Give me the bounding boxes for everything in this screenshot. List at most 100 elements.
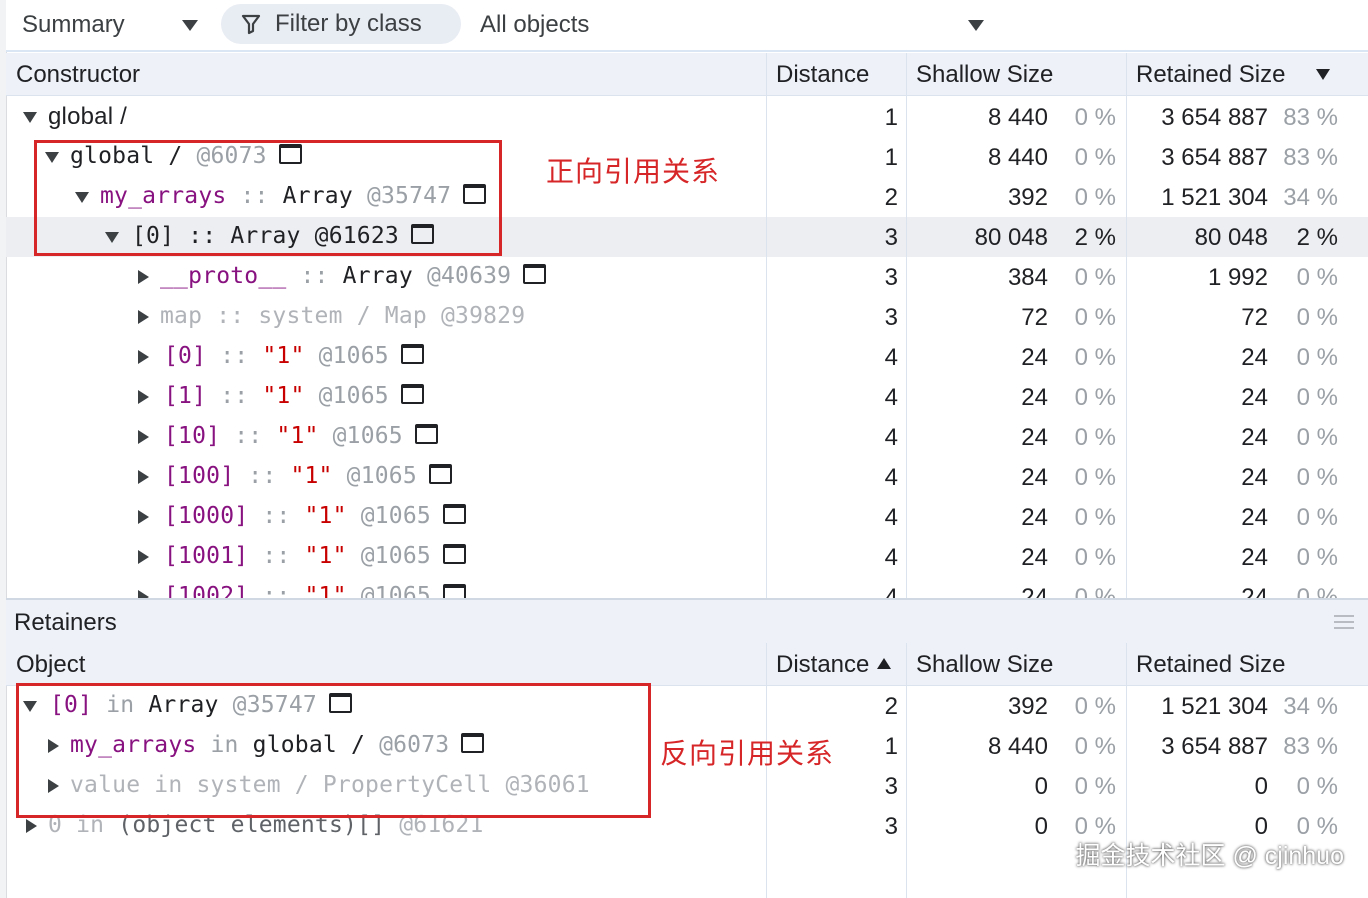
view-select[interactable]: Summary (22, 6, 212, 44)
expand-triangle-icon[interactable] (138, 590, 149, 598)
object-id: @1065 (332, 423, 403, 449)
col-distance[interactable]: Distance (776, 651, 869, 679)
expand-triangle-icon[interactable] (138, 390, 149, 404)
retained-pct: 0 % (1296, 344, 1338, 371)
tree-row[interactable]: [1002] :: "1" @1065 4 24 0 % 24 0 % (6, 577, 1368, 598)
expand-triangle-icon[interactable] (138, 270, 149, 284)
distance: 4 (884, 384, 898, 411)
shallow-pct: 0 % (1074, 184, 1116, 211)
retained-pct: 83 % (1283, 144, 1338, 171)
column-divider[interactable] (906, 643, 907, 898)
forward-reference-annotation: 正向引用关系 (546, 156, 721, 187)
col-object[interactable]: Object (16, 651, 85, 679)
shallow-size: 24 (1021, 424, 1048, 451)
reveal-in-panel-icon[interactable] (442, 543, 466, 564)
col-retained-size[interactable]: Retained Size (1136, 651, 1285, 679)
tree-row[interactable]: [1000] :: "1" @1065 4 24 0 % 24 0 % (6, 497, 1368, 537)
retained-size: 24 (1241, 544, 1268, 571)
class-name: system / Map (258, 303, 441, 329)
tree-row[interactable]: [0] :: "1" @1065 4 24 0 % 24 0 % (6, 337, 1368, 377)
expand-triangle-icon[interactable] (23, 112, 37, 123)
expand-triangle-icon[interactable] (138, 310, 149, 324)
tree-row[interactable]: __proto__ :: Array @40639 3 384 0 % 1 99… (6, 257, 1368, 297)
separator: :: (206, 343, 263, 369)
col-constructor[interactable]: Constructor (16, 61, 140, 89)
drag-handle-icon[interactable] (1334, 615, 1354, 633)
object-id: @1065 (360, 503, 431, 529)
shallow-size: 24 (1021, 504, 1048, 531)
col-shallow-size[interactable]: Shallow Size (916, 651, 1053, 679)
string-value: "1" (262, 343, 319, 369)
property-name: __proto__ (160, 263, 287, 289)
retained-size: 1 521 304 (1161, 184, 1268, 211)
string-value: "1" (304, 583, 361, 598)
string-value: "1" (304, 543, 361, 569)
retainers-panel-header[interactable]: Retainers (6, 598, 1368, 645)
retained-size: 1 992 (1207, 264, 1268, 291)
tree-row[interactable]: [10] :: "1" @1065 4 24 0 % 24 0 % (6, 417, 1368, 457)
tree-row[interactable]: global / 1 8 440 0 % 3 654 887 83 % (6, 97, 1368, 137)
watermark: 掘金技术社区 @ cjinhuo (1075, 842, 1345, 870)
filter-by-class-input[interactable]: Filter by class (221, 4, 461, 44)
reverse-reference-highlight (16, 683, 651, 818)
reverse-reference-annotation: 反向引用关系 (660, 738, 835, 769)
reveal-in-panel-icon[interactable] (523, 263, 547, 284)
node-label: __proto__ :: Array @40639 (160, 263, 547, 289)
tree-row[interactable]: [1] :: "1" @1065 4 24 0 % 24 0 % (6, 377, 1368, 417)
retained-size: 72 (1241, 304, 1268, 331)
expand-triangle-icon[interactable] (138, 510, 149, 524)
retained-size: 24 (1241, 384, 1268, 411)
expand-triangle-icon[interactable] (138, 350, 149, 364)
column-divider[interactable] (1126, 53, 1127, 598)
column-divider[interactable] (906, 53, 907, 598)
retained-pct: 0 % (1296, 424, 1338, 451)
retained-size: 24 (1241, 424, 1268, 451)
objects-select[interactable]: All objects (480, 6, 1000, 44)
shallow-pct: 0 % (1074, 693, 1116, 720)
col-retained-size[interactable]: Retained Size (1136, 61, 1285, 89)
node-label: [1001] :: "1" @1065 (164, 543, 466, 569)
separator: :: (220, 423, 277, 449)
retainers-grid-header: Object Distance Shallow Size Retained Si… (6, 643, 1368, 686)
retained-pct: 34 % (1283, 693, 1338, 720)
node-label: [1002] :: "1" @1065 (164, 583, 466, 598)
distance: 4 (884, 464, 898, 491)
object-id: @1065 (360, 543, 431, 569)
property-name: [0] (164, 343, 207, 369)
retained-size: 0 (1254, 773, 1268, 800)
sort-asc-icon (877, 658, 891, 669)
tree-row[interactable]: [1001] :: "1" @1065 4 24 0 % 24 0 % (6, 537, 1368, 577)
node-label: map :: system / Map @39829 (160, 303, 525, 329)
reveal-in-panel-icon[interactable] (442, 503, 466, 524)
distance: 1 (884, 144, 898, 171)
shallow-pct: 0 % (1074, 384, 1116, 411)
shallow-pct: 0 % (1074, 424, 1116, 451)
reveal-in-panel-icon[interactable] (400, 383, 424, 404)
expand-triangle-icon[interactable] (26, 819, 37, 833)
retained-size: 80 048 (1194, 224, 1268, 251)
expand-triangle-icon[interactable] (138, 430, 149, 444)
retained-pct: 0 % (1296, 584, 1338, 598)
expand-triangle-icon[interactable] (138, 470, 149, 484)
tree-row[interactable]: map :: system / Map @39829 3 72 0 % 72 0… (6, 297, 1368, 337)
column-divider[interactable] (766, 53, 767, 598)
reveal-in-panel-icon[interactable] (428, 463, 452, 484)
col-distance[interactable]: Distance (776, 61, 869, 89)
expand-triangle-icon[interactable] (138, 550, 149, 564)
reveal-in-panel-icon[interactable] (400, 343, 424, 364)
object-id: @1065 (360, 583, 431, 598)
shallow-pct: 0 % (1074, 344, 1116, 371)
col-shallow-size[interactable]: Shallow Size (916, 61, 1053, 89)
reveal-in-panel-icon[interactable] (414, 423, 438, 444)
distance: 3 (884, 224, 898, 251)
reveal-in-panel-icon[interactable] (442, 583, 466, 598)
separator: :: (248, 583, 305, 598)
shallow-size: 24 (1021, 344, 1048, 371)
shallow-pct: 0 % (1074, 464, 1116, 491)
separator: :: (248, 503, 305, 529)
distance: 2 (884, 693, 898, 720)
shallow-size: 8 440 (987, 104, 1048, 131)
tree-row[interactable]: [100] :: "1" @1065 4 24 0 % 24 0 % (6, 457, 1368, 497)
distance: 4 (884, 344, 898, 371)
node-label: [1] :: "1" @1065 (164, 383, 424, 409)
